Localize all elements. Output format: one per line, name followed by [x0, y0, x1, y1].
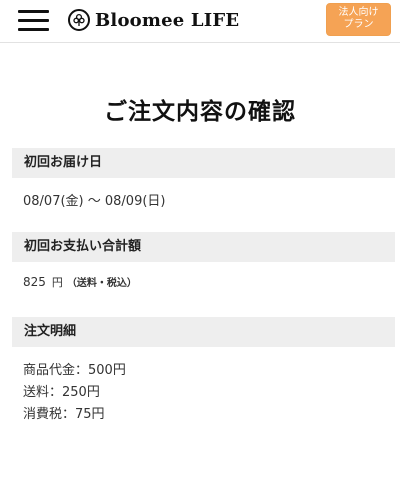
amount-value: 825 [23, 275, 46, 289]
order-details-heading: 注文明細 [12, 317, 395, 347]
menu-line [18, 10, 49, 13]
first-delivery-value: 08/07(金) 〜 08/09(日) [23, 194, 166, 209]
corporate-button-label-line2: プラン [343, 19, 374, 30]
brand-name: Bloomee LIFE [95, 9, 240, 31]
hamburger-menu-icon[interactable] [18, 10, 49, 32]
bloomee-logo-icon [68, 9, 90, 31]
flower-icon [73, 13, 85, 26]
first-payment-amount: 825 円（送料・税込） [23, 274, 137, 290]
menu-line [18, 28, 49, 31]
brand-logo[interactable]: Bloomee LIFE [68, 7, 239, 33]
detail-line-shipping: 送料：250円 [23, 385, 100, 400]
corporate-plan-button[interactable]: 法人向け プラン [326, 3, 391, 36]
corporate-button-label-line1: 法人向け [338, 7, 379, 18]
app-header: Bloomee LIFE 法人向け プラン [0, 0, 400, 43]
page-title: ご注文内容の確認 [104, 99, 296, 125]
tax-note: （送料・税込） [66, 278, 137, 289]
amount-unit: 円 [51, 276, 63, 289]
menu-line [18, 19, 49, 22]
first-delivery-heading: 初回お届け日 [12, 148, 395, 178]
detail-line-tax: 消費税：75円 [23, 407, 105, 422]
first-payment-heading: 初回お支払い合計額 [12, 232, 395, 262]
detail-line-product: 商品代金：500円 [23, 363, 126, 378]
